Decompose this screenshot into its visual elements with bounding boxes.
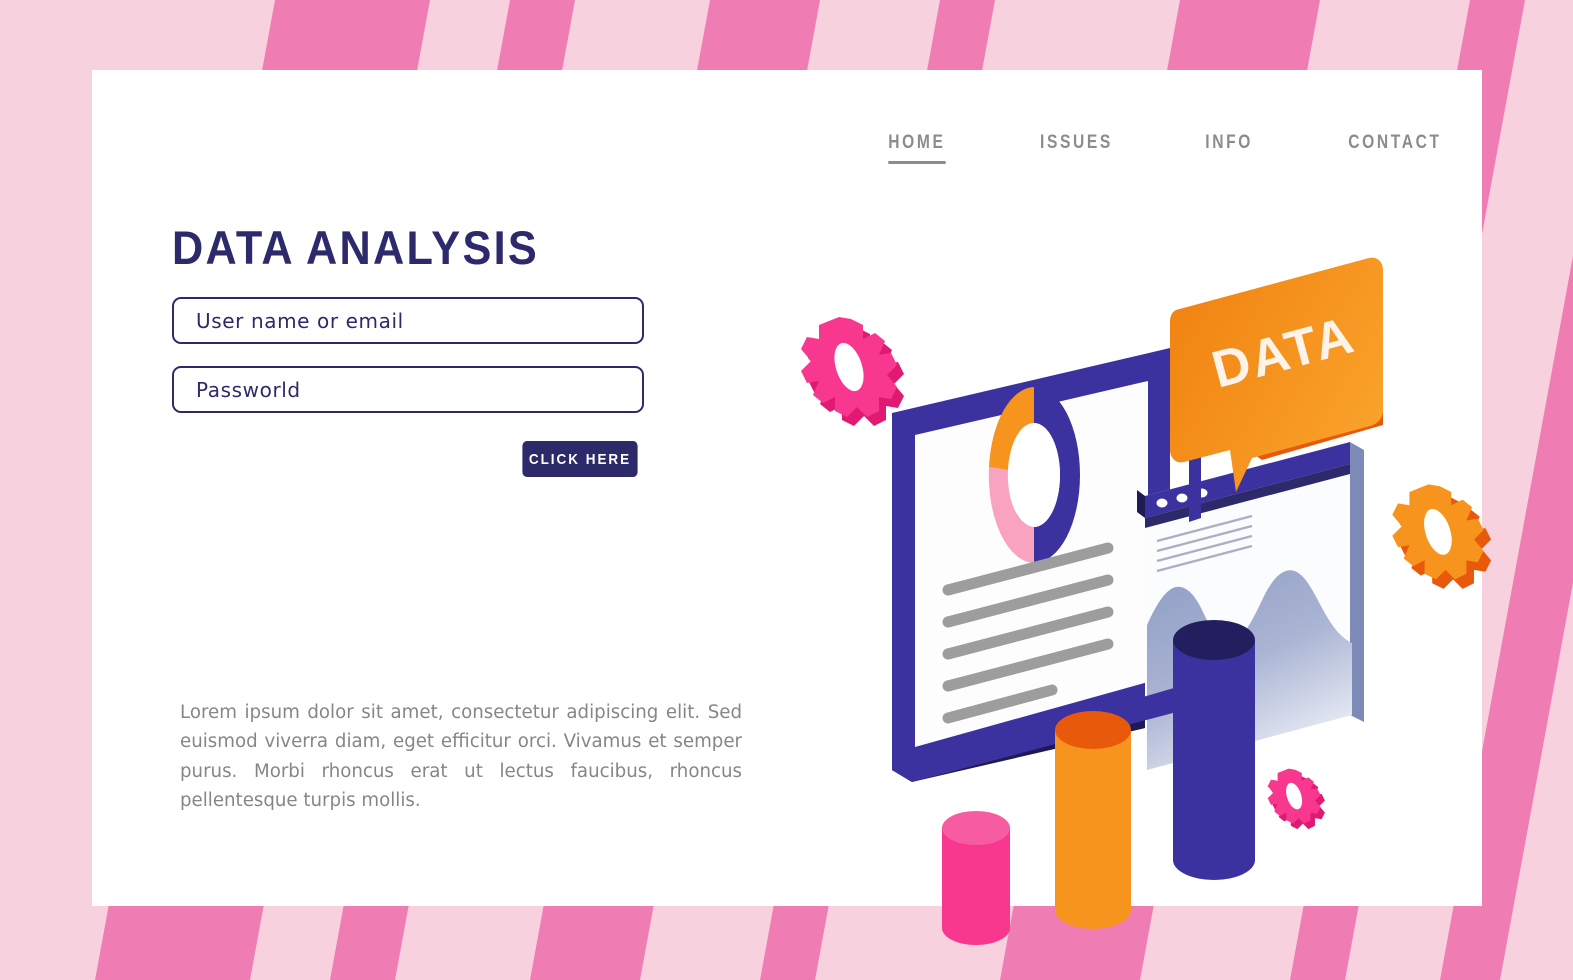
- nav-item-issues[interactable]: ISSUES: [1040, 132, 1113, 161]
- username-input[interactable]: User name or email: [172, 297, 644, 344]
- data-analysis-illustration: DATA: [801, 257, 1492, 945]
- gear-icon-pink-small: [1267, 768, 1325, 830]
- cta-row: CLICK HERE: [172, 441, 644, 477]
- click-here-button[interactable]: CLICK HERE: [522, 441, 638, 477]
- password-placeholder: Passworld: [196, 377, 301, 402]
- hero-body-text: Lorem ipsum dolor sit amet, consectetur …: [180, 702, 742, 812]
- gear-icon-orange-large: [1392, 484, 1492, 589]
- main-navigation: HOME ISSUES INFO CONTACT: [882, 132, 1452, 164]
- donut-chart: [988, 387, 1080, 563]
- content-card: HOME ISSUES INFO CONTACT DATA ANALYSIS U…: [92, 70, 1492, 945]
- gear-icon-pink-large: [801, 317, 904, 426]
- bar-cylinder-pink: [942, 811, 1010, 945]
- bar-cylinder-navy: [1173, 620, 1255, 880]
- bar-cylinder-orange: [1055, 711, 1131, 929]
- nav-item-contact[interactable]: CONTACT: [1348, 132, 1441, 161]
- page-title: DATA ANALYSIS: [172, 221, 540, 274]
- nav-item-info[interactable]: INFO: [1205, 132, 1253, 161]
- nav-item-home[interactable]: HOME: [888, 132, 946, 164]
- username-placeholder: User name or email: [196, 308, 404, 333]
- password-input[interactable]: Passworld: [172, 366, 644, 413]
- hero-form-panel: DATA ANALYSIS User name or email Passwor…: [172, 220, 772, 477]
